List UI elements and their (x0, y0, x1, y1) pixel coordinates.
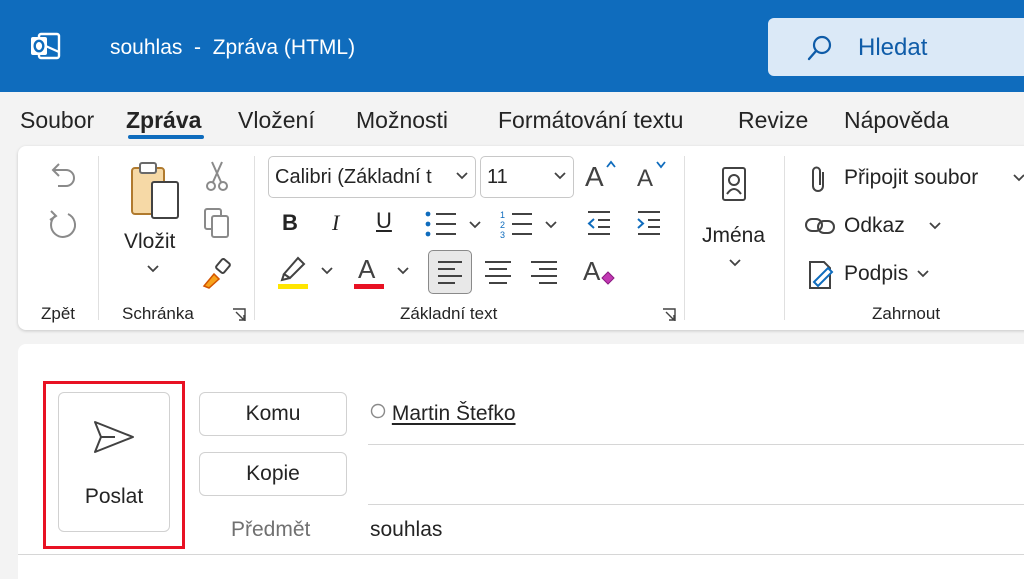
subject-label: Předmět (231, 518, 311, 541)
send-label: Poslat (84, 485, 144, 508)
align-left-button[interactable] (428, 250, 472, 294)
cut-icon[interactable] (204, 160, 230, 192)
font-size-value: 11 (487, 166, 508, 188)
clear-formatting-icon[interactable]: A (582, 254, 616, 288)
link-label: Odkaz (844, 214, 905, 237)
names-label: Jména (702, 224, 766, 247)
underline-button[interactable]: U (376, 208, 392, 234)
group-label-clipboard: Schránka (122, 304, 194, 323)
paperclip-icon (812, 166, 824, 192)
grow-font-icon[interactable]: A (584, 158, 618, 190)
tab-soubor[interactable]: Soubor (20, 107, 94, 134)
shrink-font-icon[interactable]: A (636, 158, 670, 190)
dialog-launcher-icon[interactable] (232, 308, 246, 322)
names-button[interactable]: Jména (696, 166, 772, 282)
font-name-select[interactable]: Calibri (Základní t (268, 156, 476, 198)
link-button[interactable]: Odkaz (804, 210, 964, 244)
tab-zprava[interactable]: Zpráva (126, 107, 201, 134)
chevron-down-icon (1013, 174, 1024, 182)
highlight-color-icon[interactable] (276, 252, 342, 290)
copy-icon[interactable] (202, 206, 232, 240)
align-right-icon[interactable] (530, 260, 558, 286)
font-color-icon[interactable]: A (352, 252, 418, 290)
outlook-app-icon (31, 32, 61, 60)
svg-text:A: A (358, 254, 376, 284)
decrease-indent-icon[interactable] (584, 208, 614, 238)
ribbon-separator (684, 156, 685, 320)
active-tab-indicator (128, 135, 204, 139)
to-field-underline (368, 444, 1024, 445)
bullets-icon[interactable] (424, 208, 486, 240)
chevron-down-icon (554, 172, 566, 180)
font-size-select[interactable]: 11 (480, 156, 574, 198)
italic-button[interactable]: I (332, 210, 339, 236)
title-bar: souhlas - Zpráva (HTML) Hledat (0, 0, 1024, 92)
recipient-chip[interactable]: Martin Štefko (370, 402, 516, 426)
chevron-down-icon (455, 169, 469, 183)
compose-form: Poslat Komu Martin Štefko Kopie Předmět … (18, 344, 1024, 579)
dialog-launcher-icon[interactable] (662, 308, 676, 322)
group-label-basic-text: Základní text (400, 304, 498, 323)
tab-napoveda[interactable]: Nápověda (844, 107, 949, 134)
link-icon (805, 218, 835, 234)
redo-icon[interactable] (46, 208, 78, 240)
svg-text:3: 3 (500, 230, 505, 240)
recipient-name: Martin Štefko (391, 402, 516, 425)
window-title: souhlas - Zpráva (HTML) (110, 36, 356, 59)
subject-input[interactable]: souhlas (370, 518, 442, 542)
group-label-include: Zahrnout (872, 304, 941, 323)
ribbon-separator (254, 156, 255, 320)
group-label-undo: Zpět (41, 304, 76, 323)
paste-label: Vložit (124, 230, 176, 253)
send-button[interactable]: Poslat (58, 392, 170, 532)
chevron-down-icon (729, 259, 741, 267)
presence-status-icon (370, 403, 386, 419)
signature-icon (809, 261, 834, 289)
numbering-icon[interactable]: 1 2 3 (500, 208, 562, 240)
tab-moznosti[interactable]: Možnosti (356, 107, 448, 134)
svg-text:1: 1 (500, 210, 505, 220)
signature-button[interactable]: Podpis (806, 256, 946, 292)
search-icon (807, 35, 832, 61)
chevron-down-icon (147, 265, 159, 273)
chevron-down-icon (917, 270, 929, 278)
search-box[interactable]: Hledat (768, 18, 1024, 76)
signature-label: Podpis (844, 262, 909, 285)
search-label: Hledat (858, 34, 928, 61)
svg-text:2: 2 (500, 220, 505, 230)
font-color-swatch (354, 284, 384, 289)
svg-text:A: A (637, 165, 653, 190)
undo-icon[interactable] (46, 158, 78, 190)
align-left-icon (438, 261, 462, 284)
attach-file-label: Připojit soubor (844, 166, 979, 189)
tab-formatovani-textu[interactable]: Formátování textu (498, 107, 683, 134)
svg-text:A: A (583, 256, 601, 286)
clipboard-icon (131, 162, 179, 219)
cc-button[interactable]: Kopie (199, 452, 347, 496)
tab-vlozeni[interactable]: Vložení (238, 107, 315, 134)
address-book-icon (722, 167, 746, 201)
to-button[interactable]: Komu (199, 392, 347, 436)
tab-revize[interactable]: Revize (738, 107, 808, 134)
ribbon-separator (98, 156, 99, 320)
menu-bar: Soubor Zpráva Vložení Možnosti Formátová… (0, 92, 1024, 144)
bold-button[interactable]: B (282, 210, 298, 236)
svg-text:A: A (585, 161, 604, 190)
chevron-down-icon (929, 222, 941, 230)
attach-file-button[interactable]: Připojit soubor (806, 162, 1024, 196)
cc-field-underline[interactable] (368, 504, 1024, 505)
format-painter-icon[interactable] (200, 256, 234, 290)
highlight-swatch (278, 284, 308, 289)
send-icon (94, 421, 134, 453)
paste-button[interactable]: Vložit (118, 160, 192, 280)
ribbon: Zpět Vložit Schránka Calibri (Základní t (18, 146, 1024, 330)
font-name-value: Calibri (Základní t (275, 166, 432, 188)
ribbon-separator (784, 156, 785, 320)
subject-field-underline (18, 554, 1024, 555)
align-center-icon[interactable] (484, 260, 512, 286)
increase-indent-icon[interactable] (634, 208, 664, 238)
